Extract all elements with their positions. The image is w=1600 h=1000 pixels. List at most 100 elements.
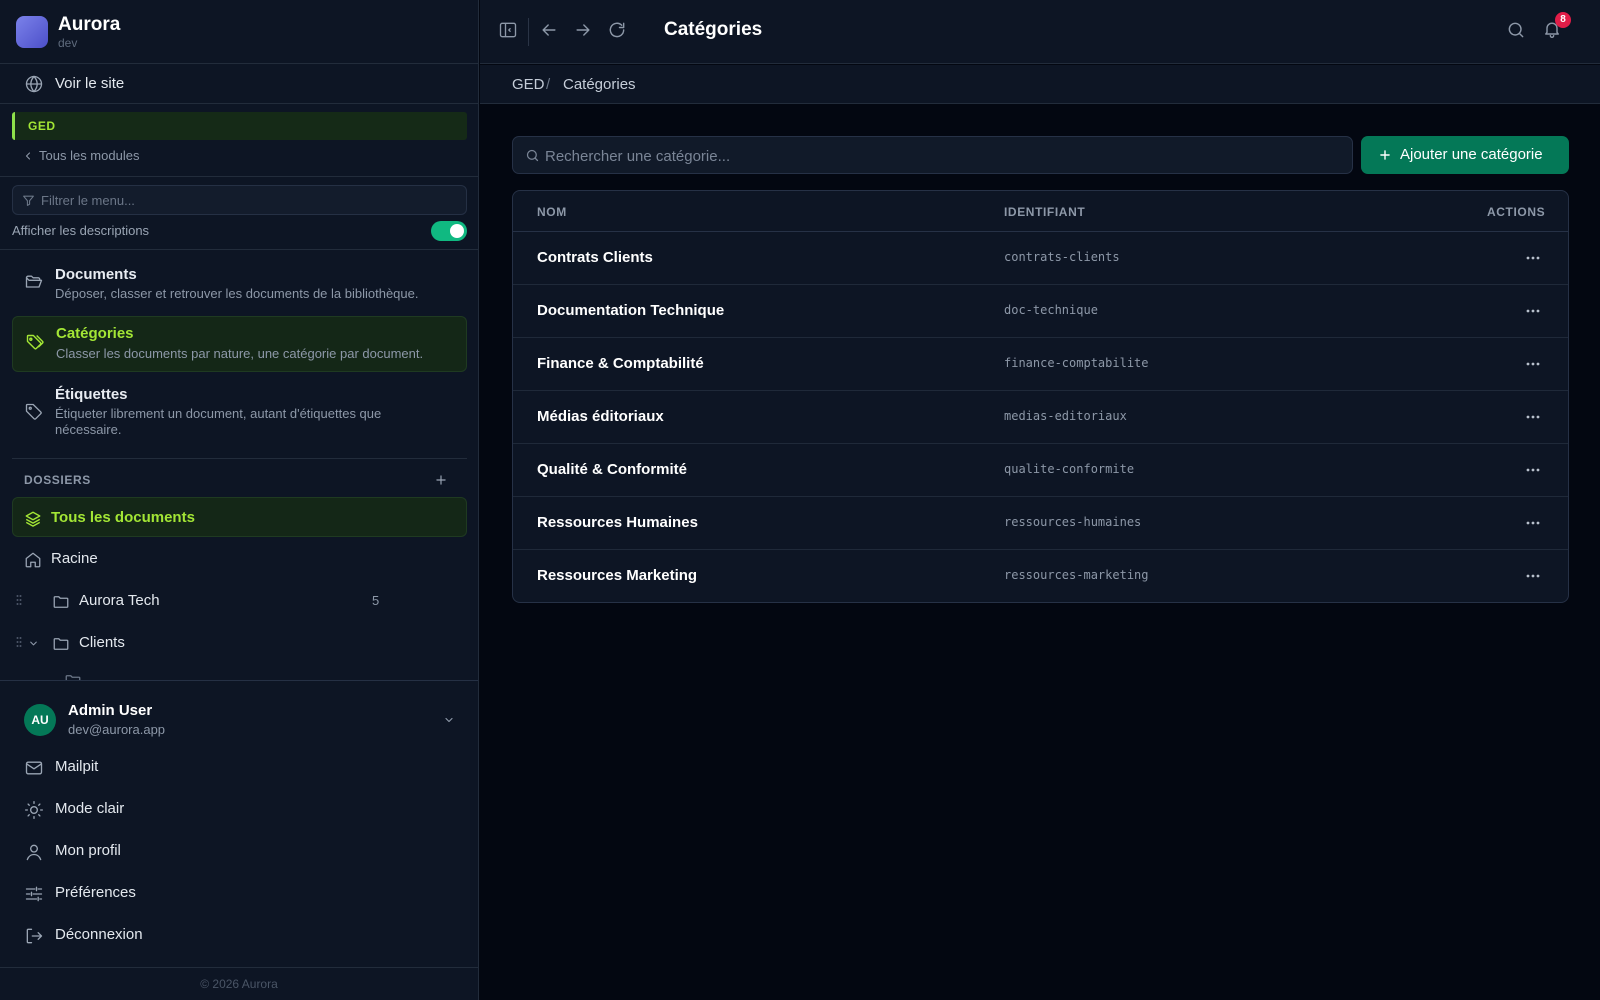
toggle-knob	[450, 224, 464, 238]
plus-icon	[1378, 148, 1392, 162]
table-row[interactable]: Ressources Humaines ressources-humaines	[513, 497, 1568, 550]
user-menu[interactable]: AU Admin User dev@aurora.app	[12, 696, 467, 742]
sidebar-item-description: Étiqueter librement un document, autant …	[55, 406, 382, 437]
sidebar-item-logout[interactable]: Déconnexion	[12, 916, 467, 954]
column-header-actions: ACTIONS	[1487, 205, 1546, 219]
sun-icon	[24, 800, 44, 820]
view-site-link[interactable]: Voir le site	[0, 64, 478, 104]
sidebar-item-label: Mailpit	[55, 758, 99, 775]
folder-root[interactable]: Racine	[12, 539, 467, 579]
category-identifier: contrats-clients	[1004, 250, 1120, 264]
refresh-icon[interactable]	[607, 20, 627, 40]
add-category-label: Ajouter une catégorie	[1400, 146, 1543, 163]
folder-label: Racine	[51, 550, 98, 567]
toolbar-divider	[528, 18, 529, 46]
search-icon	[525, 148, 540, 163]
category-name: Finance & Comptabilité	[537, 355, 704, 372]
category-name: Qualité & Conformité	[537, 461, 688, 478]
sidebar-item-description: Déposer, classer et retrouver les docume…	[55, 286, 419, 301]
folder-label: Clients	[79, 634, 125, 651]
folder-count: 5	[372, 593, 380, 608]
table-row[interactable]: Finance & Comptabilité finance-comptabil…	[513, 338, 1568, 391]
category-identifier: doc-technique	[1004, 303, 1098, 317]
category-identifier: ressources-marketing	[1004, 568, 1149, 582]
sidebar-item-title: Documents	[55, 266, 137, 283]
folder-clients[interactable]: Clients	[12, 623, 467, 663]
more-actions-icon[interactable]	[1520, 514, 1546, 532]
category-search[interactable]	[512, 136, 1353, 174]
user-name: Admin User	[68, 702, 153, 719]
sidebar-item-profile[interactable]: Mon profil	[12, 832, 467, 870]
column-header-name[interactable]: NOM	[537, 205, 567, 219]
drag-handle-icon[interactable]	[16, 594, 22, 606]
menu-filter-input[interactable]	[41, 191, 451, 209]
more-actions-icon[interactable]	[1520, 355, 1546, 373]
sidebar-item-label: Mode clair	[55, 800, 125, 817]
top-bar	[480, 0, 1600, 64]
copyright: © 2026 Aurora	[200, 977, 278, 991]
sidebar-item-preferences[interactable]: Préférences	[12, 874, 467, 912]
filter-icon	[22, 194, 35, 207]
table-header: NOM IDENTIFIANT ACTIONS	[513, 191, 1568, 232]
folder-aurora-tech[interactable]: Aurora Tech 5	[12, 581, 467, 621]
chevron-down-icon	[443, 714, 455, 726]
table-row[interactable]: Ressources Marketing ressources-marketin…	[513, 550, 1568, 602]
more-actions-icon[interactable]	[1520, 567, 1546, 585]
breadcrumb-item-current: Catégories	[563, 76, 636, 93]
category-identifier: medias-editoriaux	[1004, 409, 1127, 423]
sidebar-item-title: Étiquettes	[55, 386, 128, 403]
sidebar-item-labels[interactable]: Étiquettes Étiqueter librement un docume…	[12, 378, 467, 448]
more-actions-icon[interactable]	[1520, 461, 1546, 479]
more-actions-icon[interactable]	[1520, 249, 1546, 267]
column-header-identifier[interactable]: IDENTIFIANT	[1004, 205, 1085, 219]
breadcrumb-item-ged[interactable]: GED	[512, 76, 545, 93]
back-arrow-icon[interactable]	[539, 20, 559, 40]
sidebar: Aurora dev Voir le site GED Tous les mod…	[0, 0, 479, 1000]
module-name: GED	[28, 119, 56, 133]
sidebar-item-light-mode[interactable]: Mode clair	[12, 790, 467, 828]
table-row[interactable]: Médias éditoriaux medias-editoriaux	[513, 391, 1568, 444]
category-search-input[interactable]	[545, 146, 1335, 166]
search-icon[interactable]	[1506, 20, 1526, 40]
sidebar-item-documents[interactable]: Documents Déposer, classer et retrouver …	[12, 258, 467, 312]
home-icon	[24, 551, 42, 569]
toggle-sidebar-icon[interactable]	[498, 20, 518, 40]
show-descriptions-toggle[interactable]	[431, 221, 467, 241]
forward-arrow-icon[interactable]	[573, 20, 593, 40]
sidebar-item-label: Préférences	[55, 884, 136, 901]
sliders-icon	[24, 884, 44, 904]
add-folder-icon[interactable]	[434, 473, 448, 487]
folders-heading: DOSSIERS	[24, 473, 91, 487]
sidebar-item-mailpit[interactable]: Mailpit	[12, 748, 467, 786]
more-actions-icon[interactable]	[1520, 302, 1546, 320]
divider	[0, 249, 478, 250]
more-actions-icon[interactable]	[1520, 408, 1546, 426]
globe-icon	[24, 74, 44, 94]
breadcrumb-separator: /	[546, 76, 551, 93]
tags-icon	[25, 333, 45, 353]
all-modules-label: Tous les modules	[39, 148, 140, 163]
table-row[interactable]: Contrats Clients contrats-clients	[513, 232, 1568, 285]
category-identifier: finance-comptabilite	[1004, 356, 1149, 370]
page-title: Catégories	[664, 19, 763, 40]
mail-icon	[24, 758, 44, 778]
tag-icon	[24, 402, 44, 422]
brand-header[interactable]: Aurora dev	[0, 0, 478, 64]
add-category-button[interactable]: Ajouter une catégorie	[1361, 136, 1569, 174]
table-row[interactable]: Documentation Technique doc-technique	[513, 285, 1568, 338]
folder-label: Aurora Tech	[79, 592, 160, 609]
chevron-down-icon[interactable]	[28, 638, 39, 649]
table-row[interactable]: Qualité & Conformité qualite-conformite	[513, 444, 1568, 497]
category-name: Médias éditoriaux	[537, 408, 664, 425]
view-site-label: Voir le site	[55, 75, 125, 92]
folder-all-documents[interactable]: Tous les documents	[12, 497, 467, 537]
sidebar-item-title: Catégories	[56, 325, 134, 342]
folder-open-icon	[24, 272, 44, 292]
drag-handle-icon[interactable]	[16, 636, 22, 648]
menu-filter[interactable]	[12, 185, 467, 215]
divider	[12, 458, 467, 459]
folder-icon	[64, 672, 82, 680]
sidebar-item-categories[interactable]: Catégories Classer les documents par nat…	[12, 316, 467, 372]
logout-icon	[24, 926, 44, 946]
categories-table: NOM IDENTIFIANT ACTIONS Contrats Clients…	[512, 190, 1569, 603]
